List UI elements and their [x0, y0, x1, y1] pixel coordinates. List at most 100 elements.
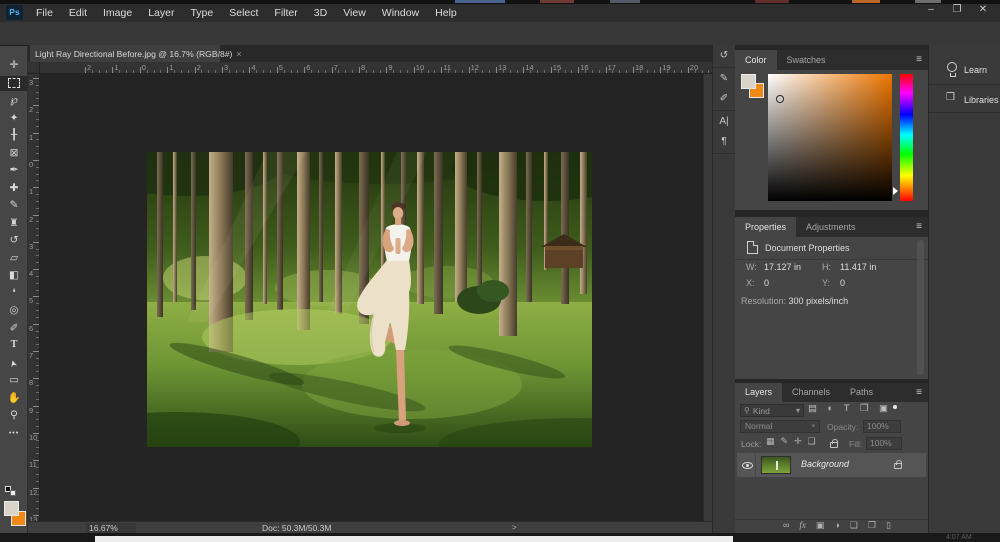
- chevron-down-icon: ▾: [811, 421, 815, 432]
- brush-tool[interactable]: ✎: [0, 198, 28, 213]
- blend-mode-select[interactable]: Normal▾: [740, 420, 820, 433]
- libraries-panel-button[interactable]: ❒ Libraries: [929, 86, 1000, 114]
- ruler-tick: [708, 70, 709, 73]
- tab-layers[interactable]: Layers: [735, 383, 782, 402]
- learn-panel-button[interactable]: Learn: [929, 56, 1000, 84]
- panel-menu-icon[interactable]: ≡: [916, 54, 922, 65]
- new-group-icon[interactable]: ❏: [850, 521, 858, 530]
- menu-layer[interactable]: Layer: [140, 4, 182, 22]
- history-panel[interactable]: ↺: [720, 51, 728, 61]
- brush-settings-panel[interactable]: ✎: [720, 74, 728, 84]
- quick-selection-tool[interactable]: ✦: [0, 111, 28, 126]
- path-selection-tool[interactable]: ➤: [0, 356, 28, 371]
- ruler-tick: [407, 70, 408, 73]
- close-button[interactable]: ✕: [970, 2, 996, 18]
- link-layers-icon[interactable]: ∞: [783, 521, 789, 530]
- panel-menu-icon[interactable]: ≡: [916, 387, 922, 398]
- new-adjustment-layer-icon[interactable]: ◑: [834, 521, 839, 530]
- add-layer-mask-icon[interactable]: ▣: [816, 521, 825, 530]
- menu-file[interactable]: File: [28, 4, 61, 22]
- ruler-tick: [140, 67, 141, 73]
- layer-thumbnail[interactable]: [761, 456, 791, 474]
- pen-tool[interactable]: ✐: [0, 321, 28, 336]
- layer-effects-icon[interactable]: fx: [799, 521, 806, 530]
- clone-stamp-tool[interactable]: ♜: [0, 216, 28, 231]
- zoom-tool[interactable]: ⚲: [0, 408, 28, 423]
- tab-color[interactable]: Color: [735, 50, 777, 70]
- move-tool[interactable]: ✛: [0, 58, 28, 73]
- rectangle-tool[interactable]: ▭: [0, 373, 28, 388]
- lock-transparency-icon[interactable]: ▦: [766, 437, 775, 446]
- filter-shape-layers-icon[interactable]: ❒: [860, 404, 869, 414]
- menu-view[interactable]: View: [335, 4, 374, 22]
- lock-all-icon[interactable]: [830, 442, 838, 448]
- tab-properties[interactable]: Properties: [735, 217, 796, 237]
- canvas-scrollbar[interactable]: [703, 74, 712, 521]
- minimize-button[interactable]: –: [918, 2, 944, 18]
- document-tab[interactable]: Light Ray Directional Before.jpg @ 16.7%…: [30, 45, 220, 62]
- tab-swatches[interactable]: Swatches: [777, 50, 836, 70]
- lasso-tool[interactable]: ℘: [0, 93, 28, 108]
- color-saturation-brightness-field[interactable]: [768, 74, 892, 201]
- filter-type-layers-icon[interactable]: T: [844, 404, 850, 414]
- panel-menu-icon[interactable]: ≡: [916, 221, 922, 232]
- color-cursor[interactable]: [776, 95, 784, 103]
- dodge-tool[interactable]: ◎: [0, 303, 28, 318]
- menu-select[interactable]: Select: [221, 4, 266, 22]
- blur-tool[interactable]: ❛: [0, 286, 28, 301]
- menu-help[interactable]: Help: [427, 4, 465, 22]
- eyedropper-tool[interactable]: ✒: [0, 163, 28, 178]
- menu-window[interactable]: Window: [374, 4, 427, 22]
- lock-artboard-icon[interactable]: ❏: [808, 437, 816, 446]
- tab-paths[interactable]: Paths: [840, 383, 883, 402]
- type-tool[interactable]: T: [0, 338, 28, 353]
- menu-filter[interactable]: Filter: [266, 4, 305, 22]
- status-options-chevron-icon[interactable]: >: [512, 523, 517, 533]
- default-colors-icon[interactable]: [5, 486, 19, 498]
- rectangular-marquee-tool[interactable]: [0, 76, 28, 91]
- crop-tool[interactable]: ╂: [0, 128, 28, 143]
- tab-channels[interactable]: Channels: [782, 383, 840, 402]
- hand-tool[interactable]: ✋: [0, 391, 28, 406]
- document-tab-close-icon[interactable]: ×: [236, 49, 241, 59]
- filter-adjustment-layers-icon[interactable]: ◐: [827, 404, 833, 414]
- menu-image[interactable]: Image: [95, 4, 140, 22]
- restore-button[interactable]: ❐: [944, 2, 970, 18]
- filter-toggle-dot[interactable]: [893, 405, 897, 409]
- opacity-field[interactable]: 100%: [863, 420, 901, 433]
- fill-field[interactable]: 100%: [866, 437, 902, 450]
- hue-slider-marker[interactable]: [893, 187, 898, 195]
- filter-pixel-layers-icon[interactable]: ▤: [808, 404, 817, 414]
- history-brush-tool[interactable]: ↺: [0, 233, 28, 248]
- menu-type[interactable]: Type: [182, 4, 221, 22]
- foreground-color-swatch[interactable]: [4, 501, 19, 516]
- lock-pixels-icon[interactable]: ✎: [781, 437, 789, 446]
- layer-filter-kind-select[interactable]: ⚲ Kind ▾: [740, 404, 804, 417]
- character-panel[interactable]: A|: [719, 117, 728, 127]
- ruler-tick: [195, 67, 196, 73]
- gradient-tool[interactable]: ◧: [0, 268, 28, 283]
- clone-stamp-icon: ♜: [9, 218, 18, 229]
- canvas-area[interactable]: [40, 74, 712, 521]
- layer-name[interactable]: Background: [801, 459, 849, 469]
- menu-3d[interactable]: 3D: [306, 4, 335, 22]
- zoom-level-field[interactable]: 16.67%: [86, 523, 136, 533]
- layer-visibility-toggle[interactable]: [740, 453, 756, 477]
- frame-tool[interactable]: ⊠: [0, 146, 28, 161]
- properties-scrollbar[interactable]: [917, 240, 924, 375]
- tab-adjustments[interactable]: Adjustments: [796, 217, 866, 237]
- edit-toolbar-tool[interactable]: •••: [0, 426, 28, 441]
- delete-layer-icon[interactable]: ▯: [886, 521, 891, 530]
- filter-smart-objects-icon[interactable]: ▣: [879, 404, 888, 414]
- hue-slider[interactable]: [900, 74, 913, 201]
- ruler-tick: [277, 67, 278, 73]
- paragraph-panel[interactable]: ¶: [721, 137, 726, 147]
- menu-edit[interactable]: Edit: [61, 4, 95, 22]
- eraser-tool[interactable]: ▱: [0, 251, 28, 266]
- brushes-panel[interactable]: ✐: [720, 94, 728, 104]
- new-layer-icon[interactable]: ❐: [868, 521, 876, 530]
- foreground-color-swatch[interactable]: [741, 74, 756, 89]
- spot-healing-brush-tool[interactable]: ✚: [0, 181, 28, 196]
- y-label: Y:: [822, 278, 830, 288]
- lock-position-icon[interactable]: ✛: [794, 437, 802, 446]
